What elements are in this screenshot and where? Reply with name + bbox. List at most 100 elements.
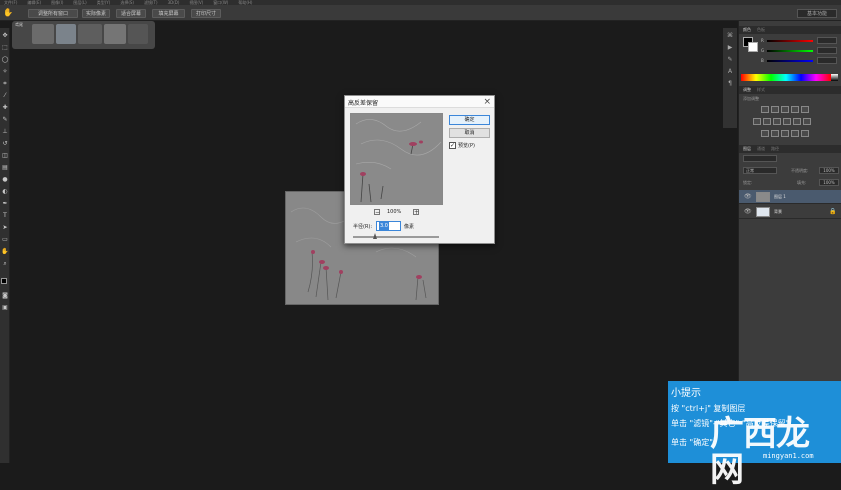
tab-styles[interactable]: 样式 (757, 86, 765, 94)
eye-icon[interactable]: 👁 (744, 193, 752, 200)
brush-tool-icon[interactable]: ✎ (1, 116, 9, 124)
marquee-tool-icon[interactable]: ⬚ (1, 44, 9, 52)
ok-button[interactable]: 确定 (449, 115, 490, 125)
color-panel-tabs[interactable]: 颜色 色板 (739, 26, 841, 34)
posterize-icon[interactable] (771, 130, 779, 137)
history-brush-icon[interactable]: ↺ (1, 140, 9, 148)
brush-preset-icon[interactable]: ✎ (726, 56, 734, 64)
stamp-tool-icon[interactable]: ⊥ (1, 128, 9, 136)
bg-color-swatch[interactable] (748, 42, 758, 52)
filter-preview[interactable] (350, 113, 443, 205)
selective-color-icon[interactable] (801, 130, 809, 137)
dialog-titlebar[interactable]: 高反差保留 × (345, 96, 494, 108)
curves-icon[interactable] (781, 106, 789, 113)
red-value[interactable] (817, 37, 837, 44)
radius-unit: 像素 (404, 224, 415, 230)
lasso-tool-icon[interactable]: ◯ (1, 56, 9, 64)
tip-line: 按 "ctrl+j" 复制图层 (671, 404, 746, 413)
green-value[interactable] (817, 47, 837, 54)
screen-mode-icon[interactable]: ▣ (1, 304, 9, 312)
radius-label: 半径(R): (353, 224, 373, 230)
play-action-icon[interactable]: ▶ (726, 44, 734, 52)
tab-swatches[interactable]: 色板 (757, 26, 765, 34)
channel-r-label: R (761, 38, 764, 43)
shape-tool-icon[interactable]: ▭ (1, 236, 9, 244)
opacity-label: 不透明度: (791, 168, 809, 173)
blur-tool-icon[interactable]: ● (1, 176, 9, 184)
type-tool-icon[interactable]: T (1, 212, 9, 220)
cancel-button[interactable]: 取消 (449, 128, 490, 138)
blurred-region (32, 24, 54, 44)
fill-label: 填充: (797, 180, 807, 185)
photo-filter-icon[interactable] (783, 118, 791, 125)
radius-slider-track[interactable] (353, 236, 439, 238)
print-size-button[interactable]: 打印尺寸 (191, 9, 221, 18)
actual-pixels-button[interactable]: 实际像素 (82, 9, 110, 18)
zoom-level: 100% (387, 209, 402, 215)
tools-panel: ✥ ⬚ ◯ ✧ ⌗ ⁄ ✚ ✎ ⊥ ↺ ◫ ▤ ● ◐ ✒ T ➤ ▭ ✋ ⌕ … (0, 28, 10, 463)
brightness-icon[interactable] (761, 106, 769, 113)
opacity-input[interactable]: 100% (819, 167, 839, 174)
green-slider[interactable] (767, 50, 813, 52)
hue-sat-icon[interactable] (753, 118, 761, 125)
gradient-map-icon[interactable] (791, 130, 799, 137)
fill-screen-button[interactable]: 填充屏幕 (152, 9, 185, 18)
gradient-tool-icon[interactable]: ▤ (1, 164, 9, 172)
watermark-url: mingyan1.com (763, 452, 814, 460)
eye-icon[interactable]: 👁 (744, 208, 752, 215)
character-icon[interactable]: A (726, 68, 734, 76)
zoom-in-button[interactable]: + (413, 209, 419, 216)
threshold-icon[interactable] (781, 130, 789, 137)
fit-screen-button[interactable]: 适合屏幕 (116, 9, 146, 18)
layer-row-selected[interactable]: 👁 图层 1 (739, 190, 841, 204)
zoom-out-button[interactable]: − (374, 209, 380, 216)
quick-mask-icon[interactable]: ◙ (1, 292, 9, 300)
vibrance-icon[interactable] (801, 106, 809, 113)
red-slider[interactable] (767, 40, 813, 42)
color-spectrum[interactable] (741, 74, 831, 81)
move-tool-icon[interactable]: ✥ (1, 32, 9, 40)
invert-icon[interactable] (761, 130, 769, 137)
blue-value[interactable] (817, 57, 837, 64)
tab-paths[interactable]: 路径 (771, 145, 779, 153)
channel-mixer-icon[interactable] (793, 118, 801, 125)
history-icon[interactable]: ⌘ (726, 32, 734, 40)
zoom-tool-icon[interactable]: ⌕ (1, 260, 9, 268)
blend-mode-select[interactable]: 正常 (743, 167, 777, 174)
dodge-tool-icon[interactable]: ◐ (1, 188, 9, 196)
preview-image (351, 114, 442, 204)
eraser-tool-icon[interactable]: ◫ (1, 152, 9, 160)
tab-channels[interactable]: 通道 (757, 145, 765, 153)
radius-input[interactable]: 3.0 (376, 221, 401, 231)
scroll-all-windows-button[interactable]: 调整所有窗口 (28, 9, 78, 18)
adjustments-panel-tabs[interactable]: 调整 样式 (739, 86, 841, 94)
lock-icon: 🔒 (829, 208, 837, 215)
tab-layers[interactable]: 图层 (743, 145, 751, 153)
healing-brush-icon[interactable]: ✚ (1, 104, 9, 112)
tab-adjustments[interactable]: 调整 (743, 86, 751, 94)
layer-row[interactable]: 👁 背景 🔒 (739, 205, 841, 219)
preview-checkbox[interactable]: ✓ (449, 142, 456, 149)
crop-tool-icon[interactable]: ⌗ (1, 80, 9, 88)
fill-input[interactable]: 100% (819, 179, 839, 186)
close-icon[interactable]: × (483, 96, 491, 108)
hand-tool-icon[interactable]: ✋ (1, 248, 9, 256)
blue-slider[interactable] (767, 60, 813, 62)
levels-icon[interactable] (771, 106, 779, 113)
document-tab[interactable]: 鸢尾 (12, 21, 155, 49)
workspace-select[interactable]: 基本功能 (797, 9, 837, 18)
bw-icon[interactable] (773, 118, 781, 125)
layers-panel-tabs[interactable]: 图层 通道 路径 (739, 145, 841, 153)
color-lookup-icon[interactable] (803, 118, 811, 125)
color-balance-icon[interactable] (763, 118, 771, 125)
layer-filter-select[interactable] (743, 155, 777, 162)
bw-ramp[interactable] (831, 74, 838, 81)
exposure-icon[interactable] (791, 106, 799, 113)
path-select-icon[interactable]: ➤ (1, 224, 9, 232)
paragraph-icon[interactable]: ¶ (726, 80, 734, 88)
pen-tool-icon[interactable]: ✒ (1, 200, 9, 208)
magic-wand-icon[interactable]: ✧ (1, 68, 9, 76)
foreground-color-swatch[interactable] (1, 278, 7, 284)
tab-color[interactable]: 颜色 (743, 26, 751, 34)
eyedropper-icon[interactable]: ⁄ (1, 92, 9, 100)
